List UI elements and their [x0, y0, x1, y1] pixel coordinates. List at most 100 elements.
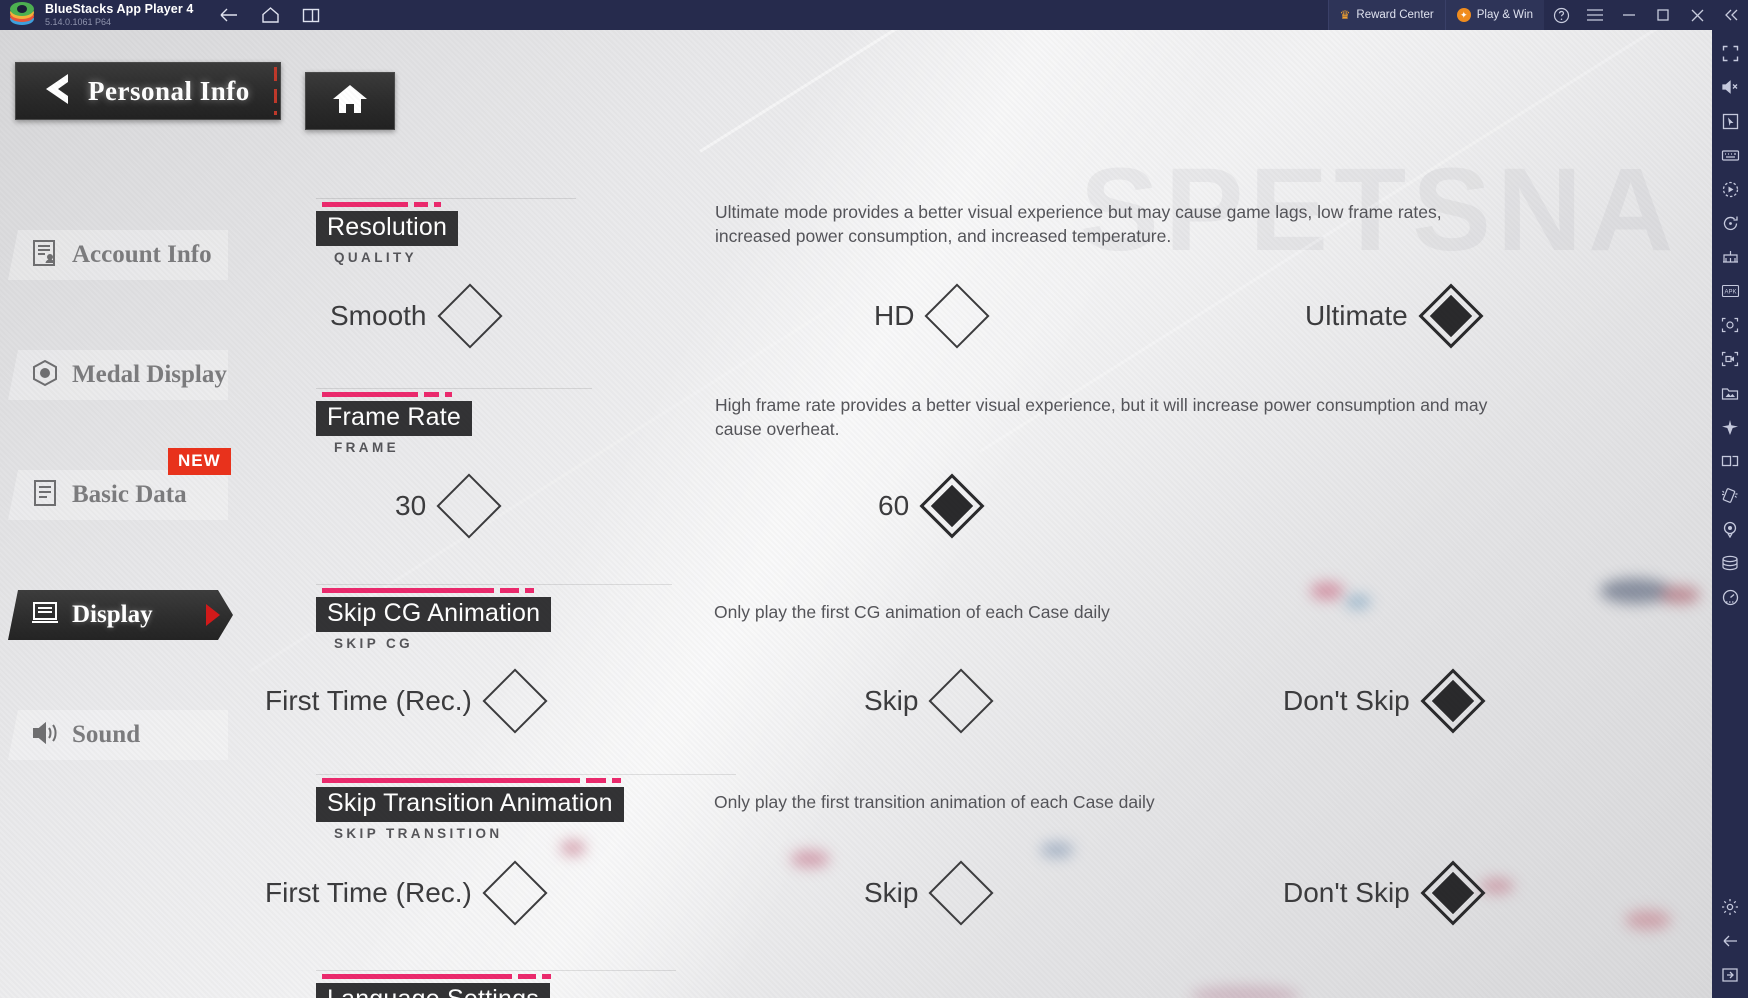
home-icon	[331, 81, 369, 122]
sidebar-item-label: Basic Data	[72, 481, 187, 508]
option-skiptransition-first-time[interactable]: First Time (Rec.)	[265, 860, 548, 926]
option-skiptransition-dont-skip[interactable]: Don't Skip	[1283, 860, 1486, 926]
radio-diamond-unselected[interactable]	[436, 473, 502, 539]
back-arrow-icon[interactable]	[1715, 926, 1745, 956]
option-skipcg-skip[interactable]: Skip	[864, 668, 994, 734]
star-icon: ✦	[1456, 8, 1471, 22]
option-resolution-hd[interactable]: HD	[874, 283, 990, 349]
option-framerate-60[interactable]: 60	[878, 473, 985, 539]
crown-icon: ♛	[1339, 8, 1351, 22]
option-label: HD	[874, 300, 915, 331]
decor-dot	[560, 840, 586, 856]
sidebar-item-medal-display[interactable]: Medal Display	[0, 350, 250, 400]
section-accent-dashes	[322, 392, 472, 397]
media-manager-icon[interactable]	[1715, 378, 1745, 408]
radio-diamond-selected[interactable]	[1418, 283, 1484, 349]
minimize-button[interactable]	[1612, 0, 1646, 30]
section-title: Skip Transition Animation	[316, 787, 624, 822]
section-subtitle: QUALITY	[334, 250, 418, 265]
radio-diamond-unselected[interactable]	[436, 283, 503, 349]
option-resolution-ultimate[interactable]: Ultimate	[1305, 283, 1484, 349]
sidebar-item-basic-data[interactable]: Basic Data NEW	[0, 448, 250, 520]
record-screen-icon[interactable]	[1715, 344, 1745, 374]
sidebar-item-display[interactable]: Display	[0, 590, 250, 640]
radio-diamond-selected[interactable]	[919, 473, 985, 539]
location-icon[interactable]	[1715, 514, 1745, 544]
option-resolution-smooth[interactable]: Smooth	[330, 283, 503, 349]
section-description: Only play the first transition animation…	[714, 792, 1155, 812]
option-skipcg-dont-skip[interactable]: Don't Skip	[1283, 668, 1486, 734]
bluestacks-logo-icon	[9, 2, 35, 28]
speaker-icon	[30, 718, 60, 753]
radio-diamond-unselected[interactable]	[928, 860, 994, 926]
section-subtitle: FRAME	[334, 440, 399, 455]
option-label: First Time (Rec.)	[265, 877, 472, 908]
decor-dot	[790, 850, 830, 868]
section-title: Skip CG Animation	[316, 597, 552, 632]
help-icon[interactable]	[1544, 0, 1578, 30]
radio-diamond-selected[interactable]	[1420, 668, 1486, 734]
back-icon[interactable]	[219, 6, 239, 24]
pip-icon[interactable]	[1715, 446, 1745, 476]
radio-diamond-unselected[interactable]	[482, 668, 548, 734]
settings-sidebar: Account Info Medal Display Basic Data NE…	[0, 230, 250, 832]
radio-diamond-unselected[interactable]	[924, 283, 990, 349]
sidebar-item-account-info[interactable]: Account Info	[0, 230, 250, 280]
option-label: Smooth	[330, 300, 427, 331]
section-description: High frame rate provides a better visual…	[715, 395, 1488, 440]
keyboard-icon[interactable]	[1715, 140, 1745, 170]
reward-center-button[interactable]: ♛ Reward Center	[1327, 0, 1445, 30]
option-label: 30	[395, 490, 427, 521]
maximize-button[interactable]	[1646, 0, 1680, 30]
monitor-icon	[30, 598, 60, 633]
section-title: Language Settings	[316, 983, 550, 998]
section-accent-dashes	[322, 778, 624, 783]
rotate-icon[interactable]	[1715, 208, 1745, 238]
multi-instance-icon[interactable]	[302, 7, 320, 24]
home-button[interactable]	[305, 72, 395, 130]
multi-instance-manager-icon[interactable]	[1715, 242, 1745, 272]
sidebar-item-sound[interactable]: Sound	[0, 710, 250, 760]
radio-diamond-selected[interactable]	[1420, 860, 1486, 926]
option-framerate-30[interactable]: 30	[395, 473, 502, 539]
shake-icon[interactable]	[1715, 480, 1745, 510]
screenshot-icon[interactable]	[1715, 310, 1745, 340]
option-label: Don't Skip	[1283, 877, 1410, 908]
section-accent-dashes	[322, 588, 551, 593]
personal-info-back-button[interactable]: Personal Info	[15, 62, 281, 120]
expand-icon[interactable]	[1715, 960, 1745, 990]
radio-diamond-unselected[interactable]	[928, 668, 994, 734]
section-description: Only play the first CG animation of each…	[714, 602, 1110, 622]
titlebar-nav-group	[219, 6, 320, 24]
settings-gear-icon[interactable]	[1715, 892, 1745, 922]
option-skipcg-first-time[interactable]: First Time (Rec.)	[265, 668, 548, 734]
status-badge: NEW	[168, 448, 231, 475]
fullscreen-icon[interactable]	[1715, 38, 1745, 68]
window-title-block: BlueStacks App Player 4 5.14.0.1061 P64	[45, 3, 193, 28]
radio-diamond-unselected[interactable]	[482, 860, 548, 926]
option-skiptransition-skip[interactable]: Skip	[864, 860, 994, 926]
option-label: 60	[878, 490, 910, 521]
window-controls	[1544, 0, 1748, 30]
option-label: First Time (Rec.)	[265, 685, 472, 716]
section-accent-dashes	[322, 202, 458, 207]
close-button[interactable]	[1680, 0, 1714, 30]
cursor-icon[interactable]	[1715, 106, 1745, 136]
hamburger-menu-icon[interactable]	[1578, 0, 1612, 30]
collapse-sidebar-button[interactable]	[1714, 0, 1748, 30]
eco-mode-icon[interactable]	[1715, 412, 1745, 442]
account-card-icon	[30, 238, 60, 273]
home-icon[interactable]	[261, 6, 280, 24]
section-subtitle: SKIP TRANSITION	[334, 826, 503, 841]
section-description: Ultimate mode provides a better visual e…	[715, 202, 1442, 247]
macro-record-icon[interactable]	[1715, 174, 1745, 204]
chevron-right-icon	[206, 604, 220, 626]
install-apk-icon[interactable]: APK	[1715, 276, 1745, 306]
gauge-icon[interactable]	[1715, 582, 1745, 612]
play-and-win-button[interactable]: ✦ Play & Win	[1444, 0, 1544, 30]
mute-icon[interactable]	[1715, 72, 1745, 102]
layers-icon[interactable]	[1715, 548, 1745, 578]
accent-stripe	[274, 67, 277, 115]
bluestacks-right-toolbar: APK	[1712, 30, 1748, 998]
option-label: Don't Skip	[1283, 685, 1410, 716]
